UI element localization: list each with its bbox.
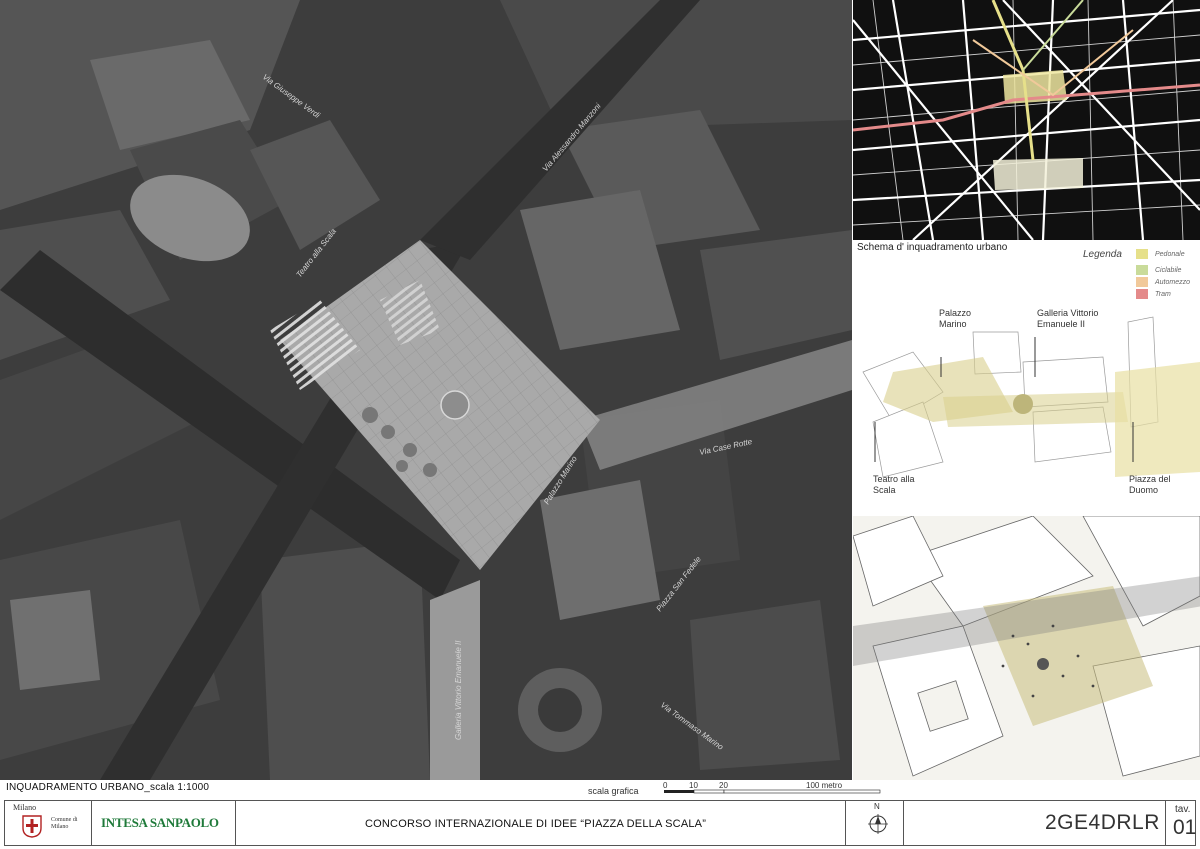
plan-caption: INQUADRAMENTO URBANO_scala 1:1000 — [6, 782, 210, 793]
scale-tick-10: 10 — [689, 781, 698, 790]
divider — [903, 801, 904, 845]
divider — [845, 801, 846, 845]
divider — [1165, 801, 1166, 845]
intesa-sanpaolo-logo: INTESA SANPAOLO — [101, 815, 219, 830]
project-code: 2GE4DRLR — [1045, 811, 1160, 834]
comune-word: Comune di Milano — [51, 817, 78, 830]
legend-swatch — [1136, 289, 1148, 299]
legend-heading: Legenda — [1083, 249, 1122, 260]
label-duomo: Piazza del Duomo — [1129, 474, 1171, 495]
scale-tick-0: 0 — [663, 781, 668, 790]
legend-item-ciclabile: Ciclabile — [1136, 264, 1181, 276]
divider — [235, 801, 236, 845]
axonometric-view — [853, 516, 1200, 780]
legend-swatch — [1136, 265, 1148, 275]
legend-label: Ciclabile — [1155, 266, 1182, 274]
north-label: N — [874, 802, 880, 811]
milano-word: Milano — [13, 803, 37, 812]
legend-item-automezzo: Automezzo — [1136, 276, 1190, 288]
legend-swatch — [1136, 277, 1148, 287]
north-arrow-icon — [868, 814, 888, 834]
scale-unit: 100 metro — [806, 781, 843, 790]
legend-label: Automezzo — [1155, 278, 1191, 286]
comune-di-milano-crest-icon — [22, 815, 42, 838]
tav-number: 01 — [1173, 816, 1197, 839]
label-teatro: Teatro alla Scala — [873, 474, 915, 495]
scale-tick-20: 20 — [719, 781, 728, 790]
street-label-galleria: Galleria Vittorio Emanuele II — [454, 640, 463, 740]
divider — [91, 801, 92, 845]
tav-label: tav. — [1175, 804, 1191, 815]
legend-item-pedonale: Pedonale — [1136, 248, 1185, 260]
legend-item-tram: Tram — [1136, 288, 1171, 300]
competition-title: CONCORSO INTERNAZIONALE DI IDEE “PIAZZA … — [365, 818, 707, 830]
legend-label: Pedonale — [1155, 250, 1185, 258]
legend-panel: Schema d' inquadramento urbano Legenda P… — [853, 240, 1200, 302]
legend-swatch — [1136, 249, 1148, 259]
urban-plan-map: Via Giuseppe Verdi Via Alessandro Manzon… — [0, 0, 852, 780]
scale-title: scala grafica — [588, 786, 639, 796]
perspective-diagram: Palazzo Marino Galleria Vittorio Emanuel… — [853, 302, 1200, 516]
label-galleria: Galleria Vittorio Emanuele II — [1037, 308, 1099, 329]
title-block: Milano Comune di Milano INTESA SANPAOLO … — [4, 800, 1196, 846]
context-map-title: Schema d' inquadramento urbano — [857, 242, 1008, 253]
legend-label: Tram — [1155, 290, 1171, 298]
label-palazzo-marino: Palazzo Marino — [939, 308, 972, 329]
urban-context-map — [853, 0, 1200, 240]
